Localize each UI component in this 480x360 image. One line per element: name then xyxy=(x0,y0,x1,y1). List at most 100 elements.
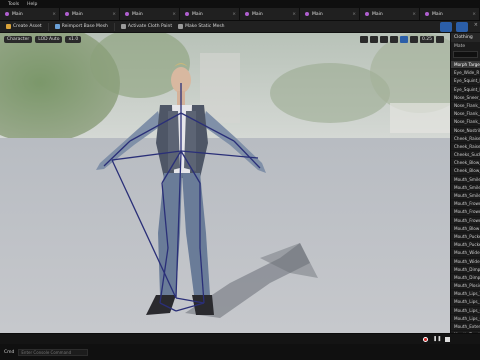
morph-target-item[interactable]: Mouth_Smile_L xyxy=(451,176,480,184)
grid-snap-icon[interactable] xyxy=(399,36,408,43)
create-asset-label: Create Asset xyxy=(13,24,42,29)
tab-main[interactable]: Main × xyxy=(240,8,300,20)
close-icon[interactable]: × xyxy=(474,22,478,28)
console-command-input[interactable] xyxy=(18,348,89,356)
morph-target-item[interactable]: Mouth_Pucker xyxy=(451,233,480,242)
close-icon[interactable]: × xyxy=(412,12,416,17)
close-icon[interactable]: × xyxy=(292,12,296,17)
morph-target-item[interactable]: Mouth_Dimple_L xyxy=(451,266,480,274)
morph-target-item[interactable]: Cheek_Blow_R xyxy=(451,167,480,176)
tab-main[interactable]: Main × xyxy=(360,8,420,20)
tab-main[interactable]: Main × xyxy=(60,8,120,20)
morph-target-item[interactable]: Mouth_Widen_Lower xyxy=(451,258,480,266)
morph-target-item[interactable]: Nose_Nostril_L xyxy=(451,127,480,135)
morph-target-item[interactable]: Mouth_Lips_Part xyxy=(451,298,480,307)
morph-target-list: Morph TargetsEye_Wide_REye_Squint_LEye_S… xyxy=(451,59,480,333)
reimport-label: Reimport Base Mesh xyxy=(61,24,108,29)
playback-speed-chip[interactable]: x1.0 xyxy=(65,36,82,43)
close-icon[interactable]: × xyxy=(352,12,356,17)
morph-target-item[interactable]: Eye_Squint_L xyxy=(451,77,480,86)
morph-target-item[interactable]: Mouth_Dimple_R xyxy=(451,274,480,283)
morph-target-item[interactable]: Mouth_Lips_Close xyxy=(451,315,480,323)
morph-targets-header[interactable]: Morph Targets xyxy=(451,61,480,70)
morph-target-item[interactable]: Nose_Flank_L xyxy=(451,102,480,111)
close-icon[interactable]: × xyxy=(112,12,116,17)
asset-icon xyxy=(5,12,9,16)
tab-main[interactable]: Main × xyxy=(180,8,240,20)
morph-target-item[interactable]: Nose_Flank_R xyxy=(451,110,480,119)
tab-label: Main xyxy=(312,11,323,17)
morph-target-item[interactable]: Cheek_Blow_L xyxy=(451,159,480,168)
record-button[interactable] xyxy=(423,336,428,342)
morph-target-item[interactable]: Eye_Squint_R xyxy=(451,86,480,94)
camera-icon[interactable] xyxy=(436,36,444,43)
viewport[interactable]: Character LOD Auto x1.0 0.25 xyxy=(0,33,450,333)
tab-main[interactable]: Main × xyxy=(120,8,180,20)
tab-label: Main xyxy=(192,11,203,17)
viewport-options: Character LOD Auto x1.0 xyxy=(4,36,82,43)
angle-snap-icon[interactable] xyxy=(409,36,418,43)
morph-target-item[interactable]: Mouth_Blow xyxy=(451,225,480,233)
close-icon[interactable]: × xyxy=(232,12,236,17)
menu-tools[interactable]: Tools xyxy=(8,2,19,7)
morph-target-item[interactable]: Mouth_Smile_Wide xyxy=(451,192,480,201)
static-mesh-icon xyxy=(178,24,184,29)
morph-target-item[interactable]: Nose_Sneer_L xyxy=(451,94,480,102)
close-icon[interactable]: × xyxy=(172,12,176,17)
morph-target-item[interactable]: Mouth_Frown_L xyxy=(451,200,480,209)
tab-main[interactable]: Main × xyxy=(0,8,60,20)
morph-target-item[interactable]: Nose_Flank_Up xyxy=(451,118,480,127)
viewport-scene xyxy=(0,33,450,333)
rotate-icon[interactable] xyxy=(379,36,388,43)
morph-target-item[interactable]: Mouth_Extend xyxy=(451,323,480,332)
select-icon[interactable] xyxy=(359,36,368,43)
panel-search-input[interactable] xyxy=(453,51,478,58)
morph-target-item[interactable]: Cheeks_Suck xyxy=(451,151,480,160)
morph-target-item[interactable]: Mouth_Lips_Tight xyxy=(451,290,480,299)
morph-target-item[interactable]: Mouth_Frown_Wide xyxy=(451,217,480,225)
tab-label: Main xyxy=(372,11,383,17)
menu-help[interactable]: Help xyxy=(27,2,37,7)
panel-subtitle: Mate xyxy=(454,44,466,49)
make-static-button[interactable]: Make Static Mesh xyxy=(178,24,225,29)
skeleton-mode-button[interactable] xyxy=(440,22,452,32)
tab-label: Main xyxy=(252,11,263,17)
morph-target-item[interactable]: Mouth_Widen xyxy=(451,249,480,258)
reimport-icon xyxy=(54,24,60,29)
morph-target-item[interactable]: Eye_Wide_R xyxy=(451,69,480,78)
close-icon[interactable]: × xyxy=(472,12,476,17)
activate-cloth-label: Activate Cloth Paint xyxy=(127,24,173,29)
morph-target-item[interactable]: Mouth_Pucker_Wide xyxy=(451,241,480,250)
tab-bar: Main × Main × Main × Main × Main × Main × Main… xyxy=(0,8,480,21)
cloth-icon xyxy=(120,24,126,29)
zoom-value[interactable]: 0.25 xyxy=(419,36,434,43)
asset-icon xyxy=(245,12,249,16)
playback-bar: ❚❚ xyxy=(0,333,480,344)
view-mode-chip[interactable]: Character xyxy=(4,36,33,43)
stop-button[interactable] xyxy=(445,336,451,342)
morph-target-item[interactable]: Cheek_Raise_L xyxy=(451,135,480,143)
morph-target-item[interactable]: Mouth_Frown_R xyxy=(451,208,480,217)
tab-label: Main xyxy=(72,11,83,17)
cmd-label: Cmd xyxy=(4,349,15,355)
asset-icon xyxy=(65,12,69,16)
morph-target-item[interactable]: Mouth_Plosive xyxy=(451,282,480,291)
activate-cloth-button[interactable]: Activate Cloth Paint xyxy=(120,24,173,29)
asset-icon xyxy=(125,12,129,16)
scale-icon[interactable] xyxy=(389,36,398,43)
move-icon[interactable] xyxy=(369,36,378,43)
morph-target-item[interactable]: Cheek_Raise_R xyxy=(451,143,480,152)
create-asset-button[interactable]: Create Asset xyxy=(6,24,42,29)
tab-main[interactable]: Main × xyxy=(420,8,480,20)
tab-main[interactable]: Main × xyxy=(300,8,360,20)
morph-target-item[interactable]: Mouth_Smile_R xyxy=(451,184,480,192)
panel-title: Clothing xyxy=(451,33,480,42)
morph-target-item[interactable]: Mouth_Lips_Open xyxy=(451,307,480,315)
asset-icon xyxy=(185,12,189,16)
close-icon[interactable]: × xyxy=(52,12,56,17)
pause-button[interactable]: ❚❚ xyxy=(433,336,441,342)
mesh-mode-button[interactable] xyxy=(456,22,468,32)
create-icon xyxy=(6,24,11,29)
lod-chip[interactable]: LOD Auto xyxy=(35,36,63,43)
reimport-button[interactable]: Reimport Base Mesh xyxy=(54,24,108,29)
